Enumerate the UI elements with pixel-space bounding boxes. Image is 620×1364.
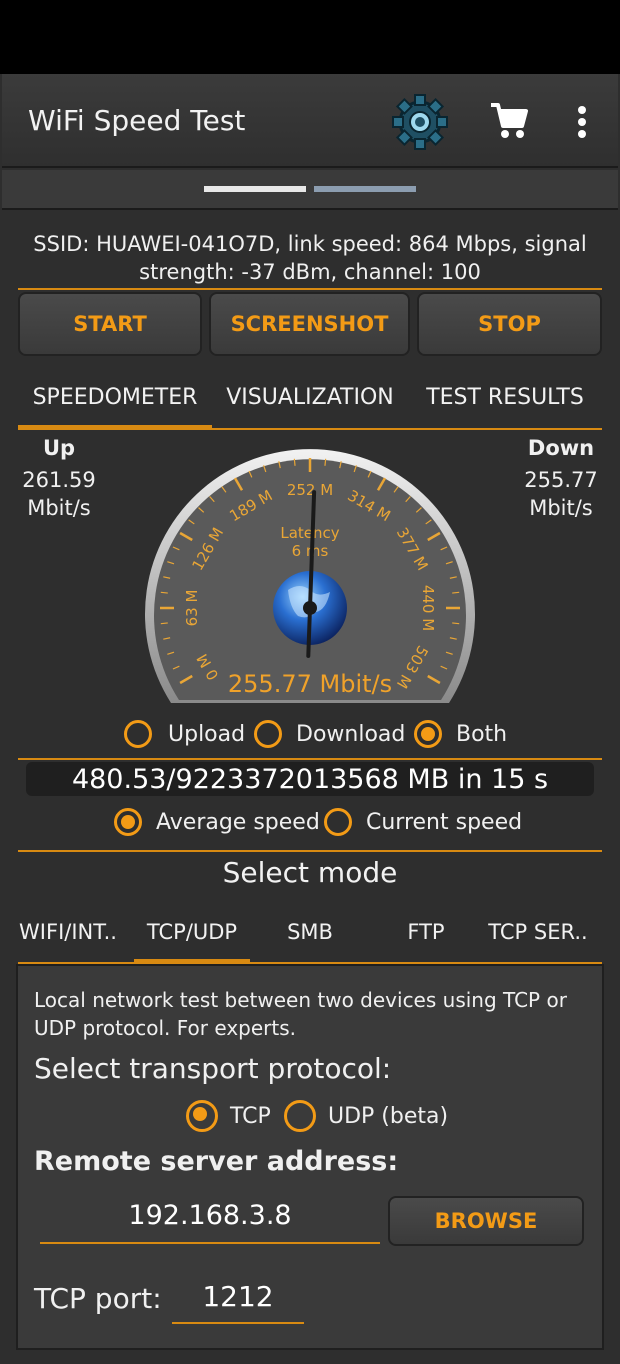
mode-tab-smb[interactable]: SMB (252, 910, 368, 954)
gauge-tick-label: 63 M (183, 590, 201, 627)
tcp-udp-description: Local network test between two devices u… (34, 988, 567, 1040)
gauge-tick-label: 252 M (287, 481, 333, 499)
cart-icon[interactable] (488, 100, 530, 142)
radio-average-speed[interactable]: Average speed (114, 808, 320, 836)
app-title: WiFi Speed Test (28, 104, 246, 137)
divider (18, 758, 602, 760)
radio-both[interactable]: Both (414, 720, 507, 748)
tcp-port-label: TCP port: (34, 1282, 162, 1315)
gauge-tick (160, 622, 168, 625)
radio-current-speed[interactable]: Current speed (324, 808, 522, 836)
radio-udp-indicator[interactable] (284, 1100, 316, 1132)
more-vert-icon[interactable] (570, 104, 594, 140)
remote-server-label: Remote server address: (34, 1146, 399, 1177)
status-bar (0, 0, 620, 74)
radio-download-label: Download (296, 721, 406, 747)
radio-download[interactable]: Download (254, 720, 405, 748)
divider (18, 288, 602, 290)
tcp-port-input[interactable]: 1212 (172, 1280, 304, 1324)
mode-tab-ftp[interactable]: FTP (368, 910, 484, 954)
radio-tcp-label: TCP (230, 1103, 271, 1129)
radio-average-indicator[interactable] (114, 808, 142, 836)
radio-average-label: Average speed (156, 809, 320, 835)
radio-udp-label: UDP (beta) (328, 1103, 449, 1129)
gauge-tick-label: 440 M (419, 585, 437, 631)
remote-server-input[interactable]: 192.168.3.8 (40, 1200, 380, 1244)
page-indicator-active[interactable] (204, 186, 306, 192)
radio-upload-label: Upload (168, 721, 246, 747)
stop-button[interactable]: STOP (417, 292, 602, 356)
radio-current-label: Current speed (366, 809, 523, 835)
latency-label: Latency (280, 524, 339, 542)
radio-both-indicator[interactable] (414, 720, 442, 748)
tab-test-results[interactable]: TEST RESULTS (408, 372, 602, 422)
screenshot-button[interactable]: SCREENSHOT (209, 292, 410, 356)
page-indicator (2, 170, 618, 210)
gauge-tick (452, 622, 460, 625)
up-unit: Mbit/s (27, 496, 91, 520)
radio-download-indicator[interactable] (254, 720, 282, 748)
start-button[interactable]: START (18, 292, 202, 356)
mode-tab-tcp-udp[interactable]: TCP/UDP (134, 910, 250, 954)
radio-both-label: Both (456, 721, 508, 747)
browse-button[interactable]: BROWSE (388, 1196, 584, 1246)
gauge-tick (293, 458, 296, 466)
speedometer-gauge: 0 M63 M126 M189 M 252 M 314 M377 M440 M503… (144, 449, 475, 703)
gear-icon[interactable] (390, 94, 450, 150)
gauge-reading: 255.77 Mbit/s (228, 670, 392, 698)
radio-upload-indicator[interactable] (124, 720, 152, 748)
up-value: 261.59 (22, 468, 96, 492)
up-label: Up (42, 436, 76, 460)
radio-upload[interactable]: Upload (124, 720, 245, 748)
radio-tcp-indicator[interactable] (186, 1100, 218, 1132)
gauge-tick (452, 591, 460, 594)
radio-udp[interactable]: UDP (beta) (284, 1100, 448, 1132)
gauge-tick (160, 591, 168, 594)
transport-protocol-label: Select transport protocol: (34, 1052, 392, 1085)
active-tab-indicator (18, 425, 212, 429)
page-indicator-inactive[interactable] (314, 186, 416, 192)
radio-current-indicator[interactable] (324, 808, 352, 836)
select-mode-title: Select mode (222, 856, 398, 889)
radio-tcp[interactable]: TCP (186, 1100, 271, 1132)
down-label: Down (527, 436, 595, 460)
active-mode-indicator (134, 959, 250, 963)
divider (18, 850, 602, 852)
mode-tab-tcp-server[interactable]: TCP SER.. (478, 910, 598, 954)
ssid-info: SSID: HUAWEI-041O7D, link speed: 864 Mbp… (33, 232, 587, 284)
down-unit: Mbit/s (529, 496, 593, 520)
mode-tab-wifi-internet[interactable]: WIFI/INT.. (10, 910, 126, 954)
tab-speedometer[interactable]: SPEEDOMETER (18, 372, 212, 422)
down-value: 255.77 (524, 468, 598, 492)
transfer-summary: 480.53/9223372013568 MB in 15 s (26, 762, 594, 796)
tab-visualization[interactable]: VISUALIZATION (212, 372, 408, 422)
gauge-tick (324, 458, 327, 466)
